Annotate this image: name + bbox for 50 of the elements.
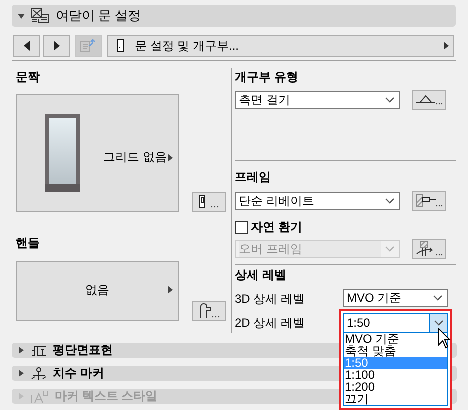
handle-setting: 없음 <box>86 282 110 299</box>
chevron-icon <box>385 97 395 103</box>
options-button[interactable] <box>192 192 226 212</box>
dropdown-option[interactable]: 1:100 <box>344 369 447 381</box>
options-button[interactable] <box>412 191 446 211</box>
options-button[interactable] <box>192 301 226 321</box>
dropdown[interactable]: 1:50 <box>343 313 448 333</box>
text-style-icon <box>31 390 49 404</box>
handle-preview[interactable]: 없음 <box>16 261 179 321</box>
next-icon <box>54 41 60 51</box>
frame-profile-icon <box>415 194 443 208</box>
ventilation-icon <box>415 241 443 257</box>
door-handle-icon <box>198 303 220 319</box>
plan-section-icon <box>31 344 47 356</box>
next-button[interactable] <box>43 35 70 57</box>
settings-dropdown[interactable]: 문 설정 및 개구부... <box>107 35 454 57</box>
dimension-marker-icon <box>31 366 47 380</box>
checkbox[interactable] <box>235 220 248 234</box>
options-button[interactable] <box>412 90 446 110</box>
dropdown[interactable]: 단순 리베이트 <box>235 192 400 210</box>
submenu-arrow-icon <box>444 42 449 50</box>
section-label: 핸들 <box>16 236 41 251</box>
chevron-icon <box>385 246 395 252</box>
section-label: 문짝 <box>16 70 41 85</box>
submenu-arrow-icon <box>168 286 173 294</box>
checkbox-label: 자연 환기 <box>251 220 302 234</box>
dropdown-option[interactable]: 축척 맞춤 <box>344 345 447 357</box>
dropdown[interactable]: MVO 기준 <box>343 289 448 307</box>
section-header[interactable]: 여닫이 문 설정 <box>12 5 456 27</box>
dropdown-option[interactable]: 끄기 <box>344 393 447 405</box>
chevron-icon <box>385 198 395 204</box>
section-label: 상세 레벨 <box>235 268 288 283</box>
previous-icon <box>24 41 30 51</box>
grid-setting: 그리드 없음 <box>104 149 167 166</box>
chevron-icon <box>434 320 444 326</box>
door-leaf-icon <box>198 195 220 209</box>
section-label: 개구부 유형 <box>235 70 300 85</box>
window-list-icon <box>31 8 50 24</box>
section-label: 프레임 <box>235 170 272 185</box>
door-preview[interactable]: 그리드 없음 <box>16 94 179 212</box>
document-arrow-icon <box>80 39 98 53</box>
swing-opening-icon <box>415 94 443 106</box>
options-button[interactable] <box>412 239 446 259</box>
submenu-arrow-icon <box>168 154 173 162</box>
dropdown[interactable]: 측면 걸기 <box>235 91 400 109</box>
field-label: 2D 상세 레벨 <box>235 314 306 332</box>
chevron-icon <box>433 295 443 301</box>
door-icon <box>117 39 125 53</box>
previous-button[interactable] <box>13 35 40 57</box>
field-label: 3D 상세 레벨 <box>235 290 306 308</box>
